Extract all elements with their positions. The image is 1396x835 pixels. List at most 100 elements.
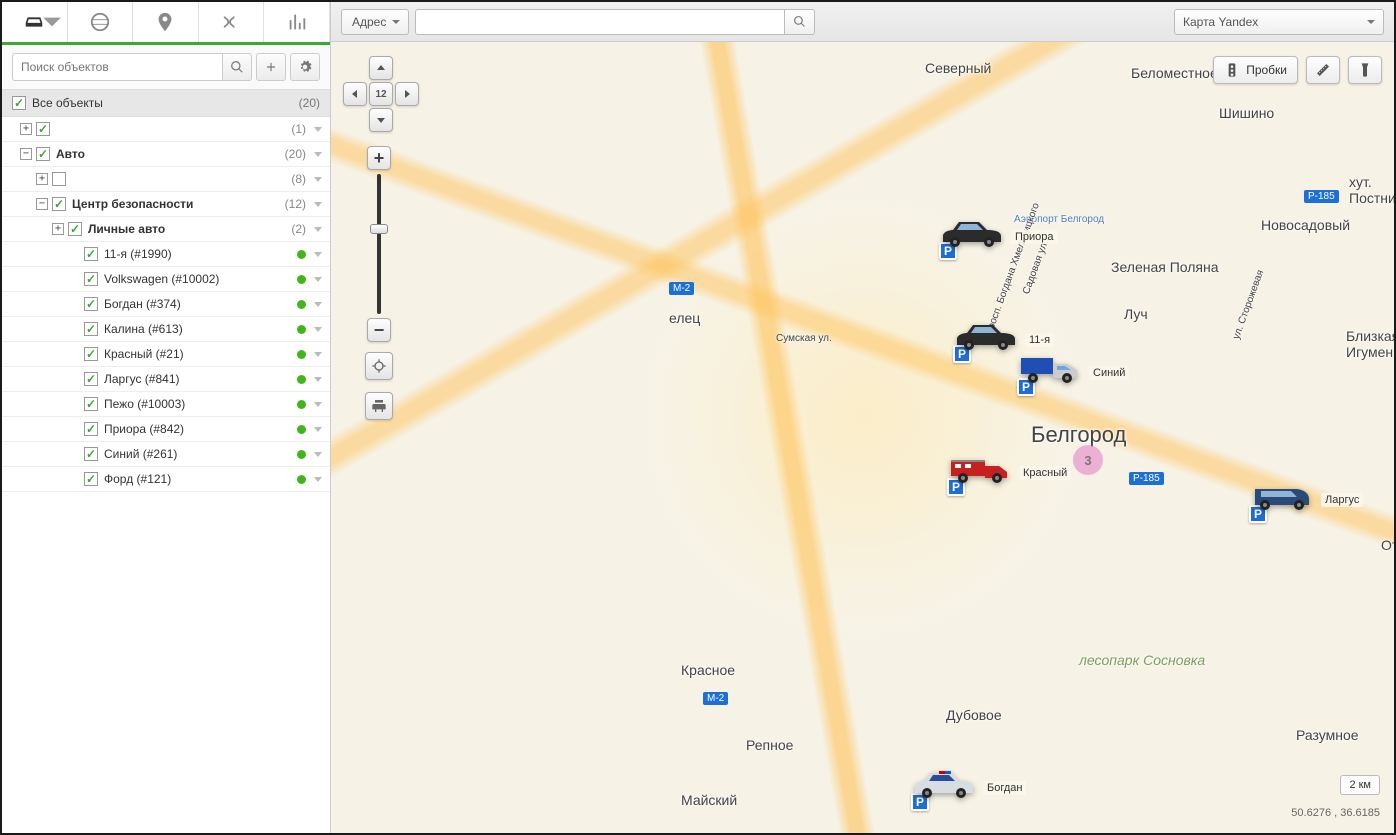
address-search-button[interactable] bbox=[785, 9, 815, 35]
settings-button[interactable] bbox=[290, 53, 320, 81]
row-checkbox[interactable] bbox=[84, 397, 98, 411]
status-dot bbox=[297, 275, 306, 284]
status-dot bbox=[297, 250, 306, 259]
add-button[interactable] bbox=[256, 53, 286, 81]
vehicle-marker[interactable]: PКрасный bbox=[947, 450, 1071, 496]
tree-row[interactable]: Синий (#261) bbox=[2, 442, 330, 467]
row-menu-trigger[interactable] bbox=[314, 377, 322, 382]
row-menu-trigger[interactable] bbox=[314, 252, 322, 257]
coordinates-readout: 50.6276 , 36.6185 bbox=[1291, 807, 1380, 819]
tree-row[interactable]: +Личные авто(2) bbox=[2, 217, 330, 242]
row-checkbox[interactable] bbox=[84, 422, 98, 436]
zoom-in-button[interactable]: + bbox=[367, 146, 391, 170]
tab-vehicles[interactable] bbox=[2, 2, 68, 42]
expand-toggle[interactable]: − bbox=[36, 198, 48, 210]
zoom-out-button[interactable]: − bbox=[367, 318, 391, 342]
flashlight-icon bbox=[1357, 62, 1373, 78]
address-input[interactable] bbox=[415, 9, 785, 35]
tree-row[interactable]: +(1) bbox=[2, 117, 330, 142]
row-menu-trigger[interactable] bbox=[314, 402, 322, 407]
marker-cluster[interactable]: 3 bbox=[1073, 445, 1103, 475]
row-menu-trigger[interactable] bbox=[314, 327, 322, 332]
expand-toggle[interactable]: + bbox=[36, 173, 48, 185]
tab-places[interactable] bbox=[133, 2, 199, 42]
row-checkbox[interactable] bbox=[84, 472, 98, 486]
tab-tracks[interactable] bbox=[199, 2, 265, 42]
row-label: Богдан (#374) bbox=[104, 297, 297, 311]
tree-row[interactable]: Приора (#842) bbox=[2, 417, 330, 442]
row-checkbox[interactable] bbox=[36, 122, 50, 136]
row-menu-trigger[interactable] bbox=[314, 477, 322, 482]
row-menu-trigger[interactable] bbox=[314, 302, 322, 307]
zoom-slider-thumb[interactable] bbox=[370, 224, 388, 234]
tab-geofences[interactable] bbox=[68, 2, 134, 42]
flashlight-button[interactable] bbox=[1348, 56, 1382, 84]
row-menu-trigger[interactable] bbox=[314, 202, 322, 207]
vehicle-marker[interactable]: PПриора bbox=[939, 214, 1058, 260]
row-menu-trigger[interactable] bbox=[314, 452, 322, 457]
pan-right-button[interactable] bbox=[395, 82, 419, 106]
row-checkbox[interactable] bbox=[84, 322, 98, 336]
all-checkbox[interactable] bbox=[12, 96, 26, 110]
tree-row[interactable]: Богдан (#374) bbox=[2, 292, 330, 317]
tree-row[interactable]: Volkswagen (#10002) bbox=[2, 267, 330, 292]
row-checkbox[interactable] bbox=[84, 272, 98, 286]
road-badge: Р-185 bbox=[1304, 190, 1339, 203]
pan-up-button[interactable] bbox=[369, 56, 393, 80]
row-checkbox[interactable] bbox=[52, 172, 66, 186]
pan-left-button[interactable] bbox=[343, 82, 367, 106]
row-checkbox[interactable] bbox=[84, 447, 98, 461]
traffic-button[interactable]: Пробки bbox=[1213, 56, 1298, 84]
row-menu-trigger[interactable] bbox=[314, 427, 322, 432]
row-checkbox[interactable] bbox=[84, 347, 98, 361]
row-checkbox[interactable] bbox=[52, 197, 66, 211]
row-label: Volkswagen (#10002) bbox=[104, 272, 297, 286]
row-label: Красный (#21) bbox=[104, 347, 297, 361]
row-menu-trigger[interactable] bbox=[314, 177, 322, 182]
tree-row[interactable]: Ларгус (#841) bbox=[2, 367, 330, 392]
tree-row[interactable]: Красный (#21) bbox=[2, 342, 330, 367]
row-checkbox[interactable] bbox=[84, 297, 98, 311]
tab-reports[interactable] bbox=[264, 2, 330, 42]
row-menu-trigger[interactable] bbox=[314, 227, 322, 232]
vehicle-marker[interactable]: PБогдан bbox=[911, 765, 1026, 811]
tree-row[interactable]: Форд (#121) bbox=[2, 467, 330, 492]
tree-row[interactable]: −Центр безопасности(12) bbox=[2, 192, 330, 217]
row-checkbox[interactable] bbox=[84, 372, 98, 386]
status-dot bbox=[297, 375, 306, 384]
tree-row[interactable]: +(8) bbox=[2, 167, 330, 192]
search-input[interactable] bbox=[12, 53, 223, 81]
row-menu-trigger[interactable] bbox=[314, 127, 322, 132]
tree-row[interactable]: −Авто(20) bbox=[2, 142, 330, 167]
zoom-slider-track[interactable] bbox=[377, 174, 381, 314]
address-mode-dropdown[interactable]: Адрес bbox=[341, 9, 409, 35]
tree-row[interactable]: Пежо (#10003) bbox=[2, 392, 330, 417]
pan-down-button[interactable] bbox=[369, 108, 393, 132]
search-button[interactable] bbox=[222, 53, 252, 81]
sidebar-search-row bbox=[2, 45, 330, 89]
vehicle-marker[interactable]: PЛаргус bbox=[1249, 477, 1363, 523]
map-layer-dropdown[interactable]: Карта Yandex bbox=[1174, 9, 1384, 35]
tree-row[interactable]: 11-я (#1990) bbox=[2, 242, 330, 267]
row-checkbox[interactable] bbox=[68, 222, 82, 236]
tree-row[interactable]: Калина (#613) bbox=[2, 317, 330, 342]
row-count: (12) bbox=[285, 197, 306, 211]
row-menu-trigger[interactable] bbox=[314, 277, 322, 282]
marker-label: Приора bbox=[1011, 230, 1058, 244]
row-menu-trigger[interactable] bbox=[314, 152, 322, 157]
expand-toggle[interactable]: + bbox=[20, 123, 32, 135]
map-background[interactable] bbox=[331, 2, 1394, 833]
row-checkbox[interactable] bbox=[36, 147, 50, 161]
vehicle-marker[interactable]: PСиний bbox=[1017, 350, 1129, 396]
map-area[interactable]: Адрес Карта Yandex 12 + − Пробки bbox=[331, 2, 1394, 833]
print-button[interactable] bbox=[365, 392, 393, 420]
expand-toggle[interactable]: + bbox=[52, 223, 64, 235]
ruler-button[interactable] bbox=[1306, 56, 1340, 84]
all-objects-row[interactable]: Все объекты (20) bbox=[2, 89, 330, 117]
zoom-level-indicator[interactable]: 12 bbox=[369, 82, 393, 106]
row-menu-trigger[interactable] bbox=[314, 352, 322, 357]
scale-indicator: 2 км bbox=[1340, 775, 1380, 795]
locate-button[interactable] bbox=[365, 352, 393, 380]
row-checkbox[interactable] bbox=[84, 247, 98, 261]
expand-toggle[interactable]: − bbox=[20, 148, 32, 160]
